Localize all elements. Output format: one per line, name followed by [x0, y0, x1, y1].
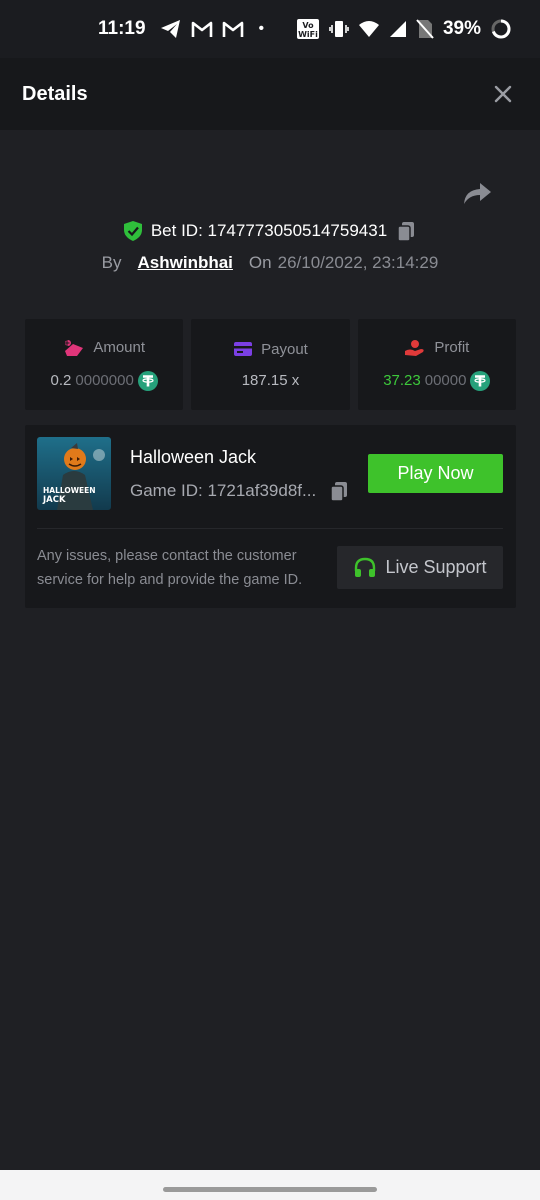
vowifi-icon: Vo WiFi [296, 18, 320, 40]
wifi-icon [358, 20, 380, 38]
live-support-button[interactable]: Live Support [337, 546, 503, 589]
battery-ring-icon [490, 18, 512, 40]
close-button[interactable] [488, 79, 518, 109]
vibrate-icon [329, 19, 349, 39]
game-name: Halloween Jack [130, 447, 257, 467]
bet-date: 26/10/2022, 23:14:29 [277, 253, 439, 272]
bet-id-row: Bet ID: 1747773050514759431 [0, 218, 540, 244]
game-id-row: Game ID: 1721af39d8f... [130, 480, 350, 502]
support-hint-text: Any issues, please contact the customer … [37, 548, 303, 588]
amount-value: 0.2 [50, 372, 72, 389]
bet-stats: Amount 0.2 0000000 Payout 187.15 x Profit [25, 319, 516, 410]
profit-card: Profit 37.23 00000 [357, 319, 516, 410]
thumbnail-title-1: HALLOWEEN [43, 486, 96, 495]
share-button[interactable] [460, 180, 494, 208]
live-support-label: Live Support [385, 557, 487, 577]
profit-hand-icon [404, 339, 426, 357]
status-bar: 11:19 • Vo WiFi 39% [0, 0, 540, 58]
tether-icon [137, 370, 158, 391]
amount-card: Amount 0.2 0000000 [25, 319, 184, 410]
share-arrow-icon [464, 183, 491, 204]
telegram-icon [160, 19, 182, 39]
payout-label: Payout [261, 340, 308, 358]
no-sim-icon [416, 19, 434, 39]
game-card: HALLOWEEN JACK Halloween Jack Game ID: 1… [25, 425, 516, 608]
payout-value: 187.15 x [241, 371, 300, 389]
profit-value-trailing: 00000 [424, 372, 467, 389]
status-time: 11:19 [98, 18, 146, 39]
svg-text:WiFi: WiFi [298, 30, 318, 39]
bet-author-row: By Ashwinbhai On 26/10/2022, 23:14:29 [0, 250, 540, 276]
battery-percent: 39% [442, 18, 481, 39]
more-notifications-dot: • [258, 20, 265, 37]
play-now-button[interactable]: Play Now [368, 454, 503, 493]
verified-shield-icon [123, 220, 143, 242]
home-handle[interactable] [163, 1187, 377, 1192]
gmail-icon [222, 20, 244, 38]
by-label: By [101, 253, 122, 272]
on-label: On [248, 253, 272, 272]
bet-id: Bet ID: 1747773050514759431 [150, 221, 388, 240]
amount-value-trailing: 0000000 [75, 372, 134, 389]
signal-icon [389, 20, 407, 38]
amount-icon [63, 339, 85, 357]
payout-card: Payout 187.15 x [191, 319, 350, 410]
details-header: Details [0, 58, 540, 130]
tether-icon [470, 370, 491, 391]
gesture-nav-bar [0, 1170, 540, 1200]
headset-icon [353, 556, 377, 580]
svg-text:Vo: Vo [302, 21, 314, 30]
card-icon [233, 341, 253, 357]
close-icon [494, 85, 512, 103]
notification-icons: • [160, 19, 265, 39]
divider [37, 528, 503, 529]
copy-game-id-icon[interactable] [328, 480, 350, 502]
gmail-icon [191, 20, 213, 38]
game-thumbnail[interactable]: HALLOWEEN JACK [37, 437, 111, 510]
thumbnail-title-2: JACK [42, 495, 66, 505]
page-title: Details [22, 82, 88, 105]
amount-label: Amount [93, 339, 146, 356]
copy-bet-id-icon[interactable] [395, 220, 417, 242]
profit-value: 37.23 [383, 372, 421, 389]
username-link[interactable]: Ashwinbhai [138, 253, 233, 273]
game-id: Game ID: 1721af39d8f... [130, 481, 317, 500]
profit-label: Profit [434, 339, 470, 356]
